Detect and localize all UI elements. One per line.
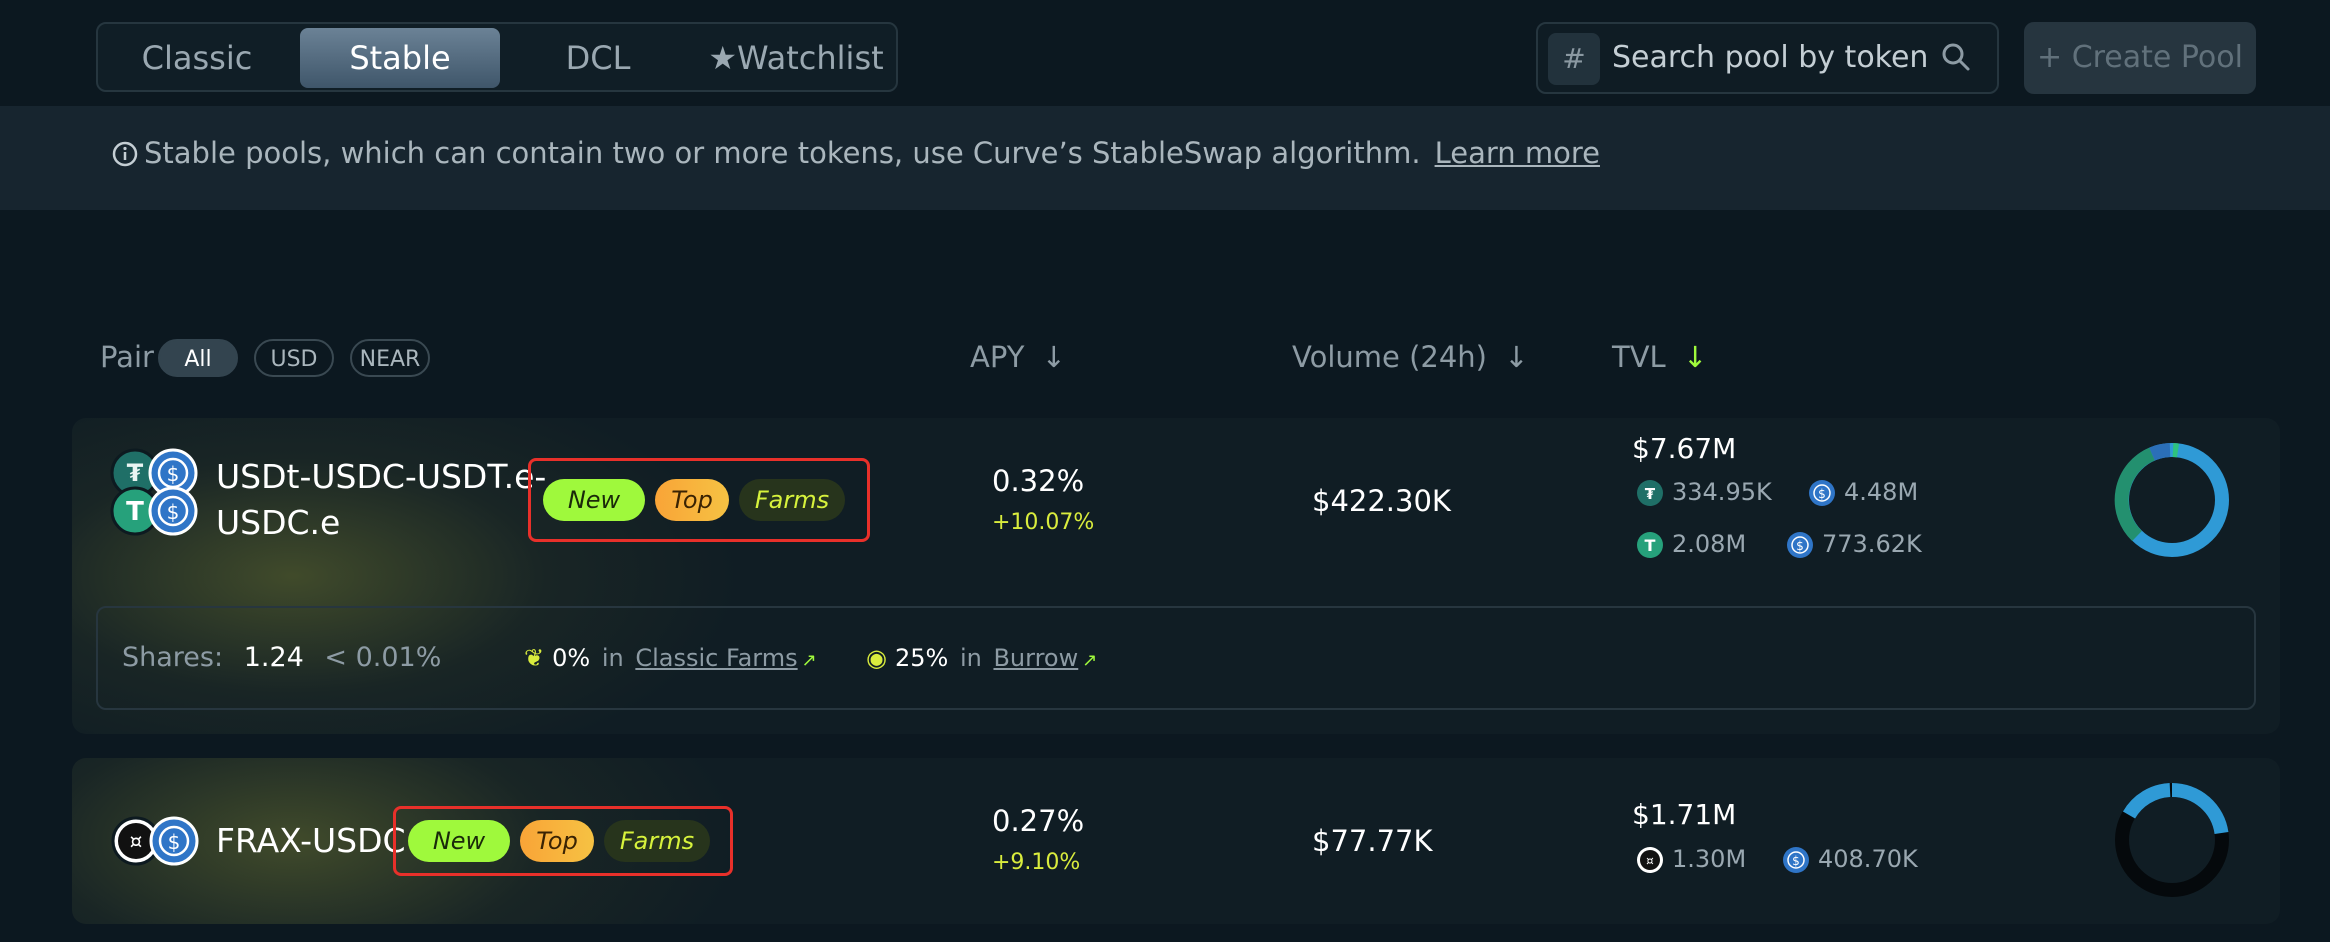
svg-text:₮: ₮	[1645, 485, 1656, 503]
svg-text:T: T	[1645, 536, 1656, 555]
tag-top: Top	[655, 479, 729, 521]
tag-farms: Farms	[739, 479, 845, 521]
volume-value: $422.30K	[1312, 484, 1451, 518]
burrow-info: ◉ 25% in Burrow ↗	[866, 644, 1098, 672]
tvl-sort-header[interactable]: TVL ↓	[1612, 340, 1707, 374]
leaf-icon: ❦	[524, 644, 545, 672]
tag-new: New	[543, 479, 645, 521]
svg-text:₮: ₮	[127, 459, 144, 487]
tag-farms: Farms	[604, 820, 710, 862]
create-pool-button[interactable]: + Create Pool	[2024, 22, 2256, 94]
pool-name[interactable]: USDt-USDC-USDT.e- USDC.e	[216, 454, 546, 546]
pool-name-line2: USDC.e	[216, 503, 341, 542]
usdc-icon: $	[149, 816, 199, 866]
arrow-down-icon: ↓	[1041, 340, 1066, 374]
usdc-icon: $	[1783, 847, 1809, 873]
arrow-down-icon: ↓	[1504, 340, 1529, 374]
burrow-link[interactable]: Burrow	[993, 644, 1078, 672]
svg-text:¤: ¤	[1646, 854, 1654, 868]
shares-label: Shares:	[122, 642, 224, 673]
svg-text:$: $	[167, 462, 180, 486]
token-icons-group: ₮ $ T $	[110, 448, 198, 536]
info-icon	[112, 141, 138, 167]
tags-highlight: New Top Farms	[393, 806, 733, 876]
tvl-donut-chart	[2114, 443, 2229, 557]
tvl-usdt-e: ₮ 334.95K	[1636, 478, 1772, 507]
tvl-usdt: T 2.08M	[1636, 530, 1746, 559]
svg-text:¤: ¤	[130, 829, 143, 853]
tab-watchlist-label: Watchlist	[737, 39, 884, 77]
apy-value: 0.27%	[992, 804, 1085, 838]
shares-value: 1.24	[243, 642, 304, 673]
usdc-icon: $	[1809, 480, 1835, 506]
tvl-usdc: $4.48M	[1808, 478, 1918, 507]
pool-name-line1: USDt-USDC-USDT.e-	[216, 457, 547, 496]
usdc-e-icon: $	[1787, 532, 1813, 558]
tab-dcl[interactable]: DCL	[518, 28, 678, 88]
hash-icon: #	[1548, 33, 1600, 85]
burrow-icon: ◉	[866, 644, 887, 672]
pool-type-tabs: Classic Stable DCL ★Watchlist	[96, 22, 898, 92]
tvl-value: $1.71M	[1632, 798, 1737, 831]
frax-icon: ¤	[1637, 847, 1663, 873]
pool-name[interactable]: FRAX-USDC	[216, 818, 406, 864]
apy-header-label: APY	[970, 340, 1025, 374]
shares-info: Shares: 1.24 < 0.01%	[122, 642, 441, 673]
volume-header-label: Volume (24h)	[1292, 340, 1487, 374]
filter-near[interactable]: NEAR	[350, 339, 430, 377]
tvl-donut-chart	[2115, 783, 2229, 897]
volume-value: $77.77K	[1312, 824, 1433, 858]
pair-header: Pair	[100, 340, 154, 374]
tab-watchlist[interactable]: ★Watchlist	[698, 28, 894, 88]
search-input[interactable]: # Search pool by token	[1536, 22, 1999, 94]
external-link-icon: ↗	[801, 650, 817, 671]
volume-sort-header[interactable]: Volume (24h) ↓	[1292, 340, 1529, 374]
tvl-header-label: TVL	[1612, 340, 1666, 374]
banner-text: Stable pools, which can contain two or m…	[144, 136, 1421, 170]
apy-change: +9.10%	[992, 850, 1081, 875]
svg-text:T: T	[126, 497, 144, 527]
svg-text:$: $	[1792, 854, 1800, 868]
filter-usd[interactable]: USD	[254, 339, 334, 377]
apy-change: +10.07%	[992, 510, 1095, 535]
external-link-icon: ↗	[1082, 650, 1098, 671]
search-placeholder: Search pool by token	[1612, 40, 1929, 75]
learn-more-link[interactable]: Learn more	[1435, 136, 1600, 170]
usdt-icon: T	[1637, 532, 1663, 558]
tab-classic[interactable]: Classic	[112, 28, 282, 88]
tags-highlight: New Top Farms	[528, 458, 870, 542]
svg-text:$: $	[168, 830, 181, 854]
filter-all[interactable]: All	[158, 339, 238, 377]
apy-sort-header[interactable]: APY ↓	[970, 340, 1066, 374]
classic-farms-link[interactable]: Classic Farms	[635, 644, 797, 672]
token-icons-group: ¤ $	[111, 816, 199, 866]
tvl-frax: ¤ 1.30M	[1636, 845, 1746, 874]
tag-new: New	[408, 820, 510, 862]
tag-top: Top	[520, 820, 594, 862]
usdc-e-icon: $	[148, 486, 198, 536]
star-icon: ★	[708, 39, 738, 77]
svg-text:$: $	[167, 500, 180, 524]
tvl-usdc-e: $773.62K	[1786, 530, 1922, 559]
tvl-value: $7.67M	[1632, 432, 1737, 465]
shares-percent: < 0.01%	[324, 642, 442, 673]
usdt-e-icon: ₮	[1637, 480, 1663, 506]
tvl-usdc: $408.70K	[1782, 845, 1918, 874]
svg-text:$: $	[1796, 539, 1804, 553]
apy-value: 0.32%	[992, 464, 1085, 498]
svg-text:$: $	[1818, 487, 1826, 501]
tab-stable[interactable]: Stable	[300, 28, 500, 88]
info-banner: Stable pools, which can contain two or m…	[0, 106, 2330, 210]
classic-farms-info: ❦ 0% in Classic Farms ↗	[524, 644, 817, 672]
search-icon[interactable]	[1941, 42, 1971, 72]
arrow-down-icon: ↓	[1682, 340, 1708, 374]
